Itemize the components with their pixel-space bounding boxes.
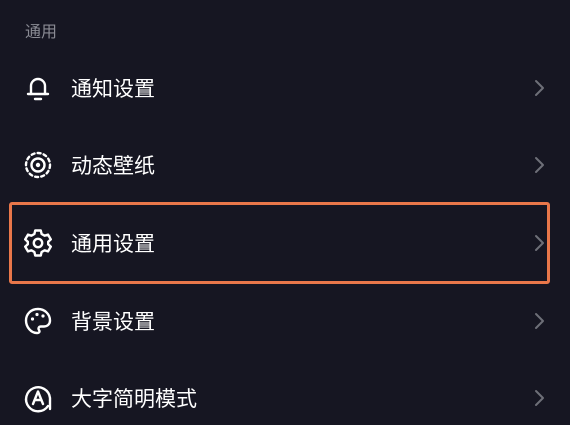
menu-item-label: 动态壁纸 — [71, 154, 155, 178]
palette-icon — [22, 305, 54, 337]
chevron-right-icon — [532, 233, 546, 253]
menu-item-label: 大字简明模式 — [71, 387, 197, 411]
gear-icon — [22, 227, 54, 259]
menu-item-background-settings[interactable]: 背景设置 — [0, 282, 570, 360]
chevron-right-icon — [532, 155, 546, 175]
menu-item-notification-settings[interactable]: 通知设置 — [0, 49, 570, 127]
menu-item-label: 通用设置 — [71, 232, 155, 256]
chevron-right-icon — [532, 78, 546, 98]
menu-item-live-wallpaper[interactable]: 动态壁纸 — [0, 126, 570, 204]
menu-item-label: 背景设置 — [71, 310, 155, 334]
menu-item-label: 通知设置 — [71, 77, 155, 101]
font-a-icon — [22, 382, 54, 414]
section-header: 通用 — [25, 22, 58, 41]
menu-item-general-settings[interactable]: 通用设置 — [0, 204, 570, 282]
chevron-right-icon — [532, 311, 546, 331]
chevron-right-icon — [532, 388, 546, 408]
bell-icon — [22, 72, 54, 104]
live-wallpaper-icon — [22, 149, 54, 181]
menu-item-large-font-mode[interactable]: 大字简明模式 — [0, 359, 570, 425]
